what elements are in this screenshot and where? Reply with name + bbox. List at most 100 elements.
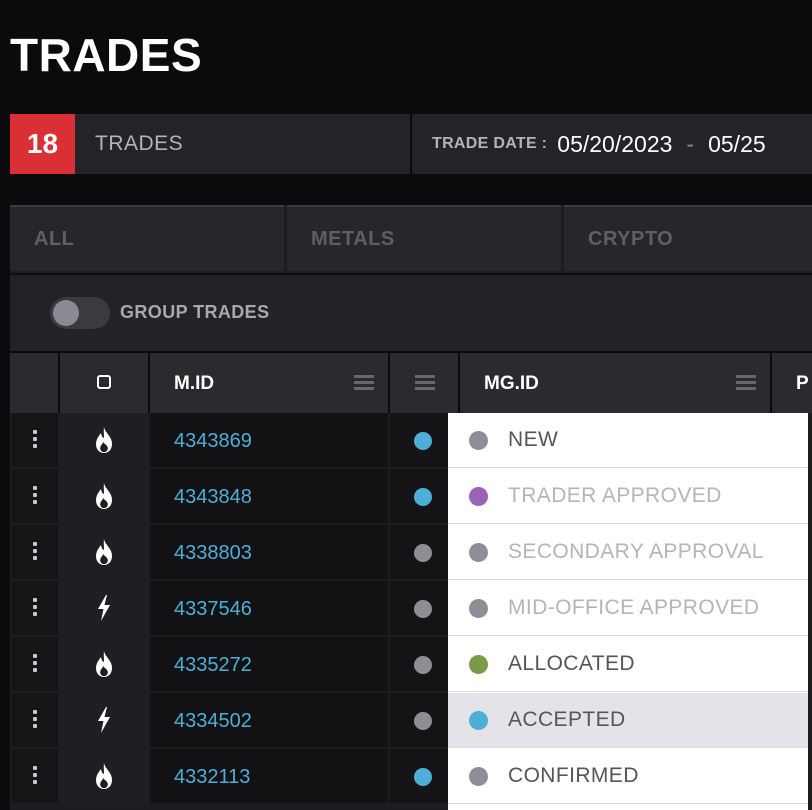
status-option[interactable]: ALLOCATED xyxy=(448,637,808,692)
header-status-menu[interactable] xyxy=(390,353,460,413)
row-status-cell[interactable] xyxy=(390,469,456,523)
status-color-dot xyxy=(469,655,488,674)
header-m-id[interactable]: M.ID xyxy=(150,353,390,413)
row-status-cell[interactable] xyxy=(390,413,456,467)
bolt-icon xyxy=(93,706,115,739)
status-option[interactable]: ACCEPTED xyxy=(448,693,808,748)
tab-crypto[interactable]: CRYPTO xyxy=(564,205,812,271)
row-status-cell[interactable] xyxy=(390,525,456,579)
row-type-cell xyxy=(60,749,148,803)
kebab-menu-icon[interactable] xyxy=(33,710,37,731)
header-actions-cell xyxy=(10,353,60,413)
status-dropdown: NEW TRADER APPROVED SECONDARY APPROVAL MID-… xyxy=(448,413,808,810)
row-type-cell xyxy=(60,469,148,523)
column-menu-icon[interactable] xyxy=(415,375,435,391)
status-dot[interactable] xyxy=(414,712,432,730)
tab-all[interactable]: ALL xyxy=(10,205,284,271)
trade-date-from[interactable]: 05/20/2023 xyxy=(557,131,672,158)
toggle-knob xyxy=(53,300,79,326)
status-color-dot xyxy=(469,767,488,786)
bolt-icon xyxy=(93,594,115,627)
row-menu[interactable] xyxy=(12,581,58,635)
row-menu[interactable] xyxy=(12,469,58,523)
trade-id-link[interactable]: 4343869 xyxy=(174,430,252,453)
flame-icon xyxy=(93,538,115,571)
row-type-cell xyxy=(60,581,148,635)
header-next-label: P xyxy=(796,373,809,394)
header-mg-id[interactable]: MG.ID xyxy=(460,353,772,413)
row-id-cell: 4337546 xyxy=(150,581,388,635)
trade-count-label: TRADES xyxy=(75,114,410,174)
status-dot[interactable] xyxy=(414,768,432,786)
row-id-cell: 4338803 xyxy=(150,525,388,579)
status-option-label: CONFIRMED xyxy=(508,764,639,787)
trade-id-link[interactable]: 4337546 xyxy=(174,598,252,621)
row-status-cell[interactable] xyxy=(390,693,456,747)
trade-id-link[interactable]: 4338803 xyxy=(174,542,252,565)
status-color-dot xyxy=(469,599,488,618)
kebab-menu-icon[interactable] xyxy=(33,542,37,563)
flame-icon xyxy=(93,482,115,515)
row-id-cell: 4334502 xyxy=(150,693,388,747)
flame-icon xyxy=(93,762,115,795)
trade-id-link[interactable]: 4334502 xyxy=(174,710,252,733)
trade-date-filter[interactable]: TRADE DATE : 05/20/2023 - 05/25 xyxy=(412,114,812,174)
status-option[interactable]: CONFIRMED xyxy=(448,749,808,804)
status-option-label: ALLOCATED xyxy=(508,652,635,675)
checkbox-icon[interactable] xyxy=(97,375,111,389)
column-menu-icon[interactable] xyxy=(354,375,374,391)
row-status-cell[interactable] xyxy=(390,749,456,803)
status-option: MID-OFFICE APPROVED xyxy=(448,581,808,636)
header-next-column[interactable]: P xyxy=(772,353,812,413)
row-menu[interactable] xyxy=(12,525,58,579)
table-header: M.ID MG.ID P xyxy=(10,351,812,413)
group-trades-toggle[interactable] xyxy=(50,297,110,329)
status-color-dot xyxy=(469,487,488,506)
group-trades-row: GROUP TRADES xyxy=(10,273,812,351)
row-id-cell: 4335272 xyxy=(150,637,388,691)
status-dot[interactable] xyxy=(414,600,432,618)
row-type-cell xyxy=(60,413,148,467)
trade-count-badge: 18 xyxy=(10,114,75,174)
row-id-cell: 4332113 xyxy=(150,749,388,803)
trade-date-label: TRADE DATE : xyxy=(432,135,548,152)
kebab-menu-icon[interactable] xyxy=(33,766,37,787)
tab-metals[interactable]: METALS xyxy=(287,205,561,271)
flame-icon xyxy=(93,650,115,683)
summary-bar: 18 TRADES TRADE DATE : 05/20/2023 - 05/2… xyxy=(10,114,812,174)
row-type-cell xyxy=(60,525,148,579)
kebab-menu-icon[interactable] xyxy=(33,486,37,507)
row-menu[interactable] xyxy=(12,693,58,747)
header-select-all[interactable] xyxy=(60,353,150,413)
row-menu[interactable] xyxy=(12,749,58,803)
kebab-menu-icon[interactable] xyxy=(33,654,37,675)
group-trades-label: GROUP TRADES xyxy=(120,302,270,322)
row-status-cell[interactable] xyxy=(390,581,456,635)
status-dot[interactable] xyxy=(414,544,432,562)
kebab-menu-icon[interactable] xyxy=(33,598,37,619)
status-option: TRADER APPROVED xyxy=(448,469,808,524)
kebab-menu-icon[interactable] xyxy=(33,430,37,451)
row-type-cell xyxy=(60,693,148,747)
status-dot[interactable] xyxy=(414,488,432,506)
flame-icon xyxy=(93,426,115,459)
row-id-cell: 4343869 xyxy=(150,413,388,467)
trade-date-separator: - xyxy=(686,130,695,157)
header-mg-id-label: MG.ID xyxy=(484,373,539,394)
status-color-dot xyxy=(469,543,488,562)
row-type-cell xyxy=(60,637,148,691)
trade-date-to[interactable]: 05/25 xyxy=(708,131,766,158)
trade-id-link[interactable]: 4332113 xyxy=(174,766,250,789)
status-option[interactable]: NEW xyxy=(448,413,808,468)
status-dot[interactable] xyxy=(414,656,432,674)
status-option-label: MID-OFFICE APPROVED xyxy=(508,596,760,619)
trade-id-link[interactable]: 4335272 xyxy=(174,654,252,677)
row-status-cell[interactable] xyxy=(390,637,456,691)
status-dot[interactable] xyxy=(414,432,432,450)
column-menu-icon[interactable] xyxy=(736,375,756,391)
row-menu[interactable] xyxy=(12,637,58,691)
status-option-label: NEW xyxy=(508,428,559,451)
trade-id-link[interactable]: 4343848 xyxy=(174,486,252,509)
category-tabs: ALL METALS CRYPTO xyxy=(10,205,812,273)
row-menu[interactable] xyxy=(12,413,58,467)
